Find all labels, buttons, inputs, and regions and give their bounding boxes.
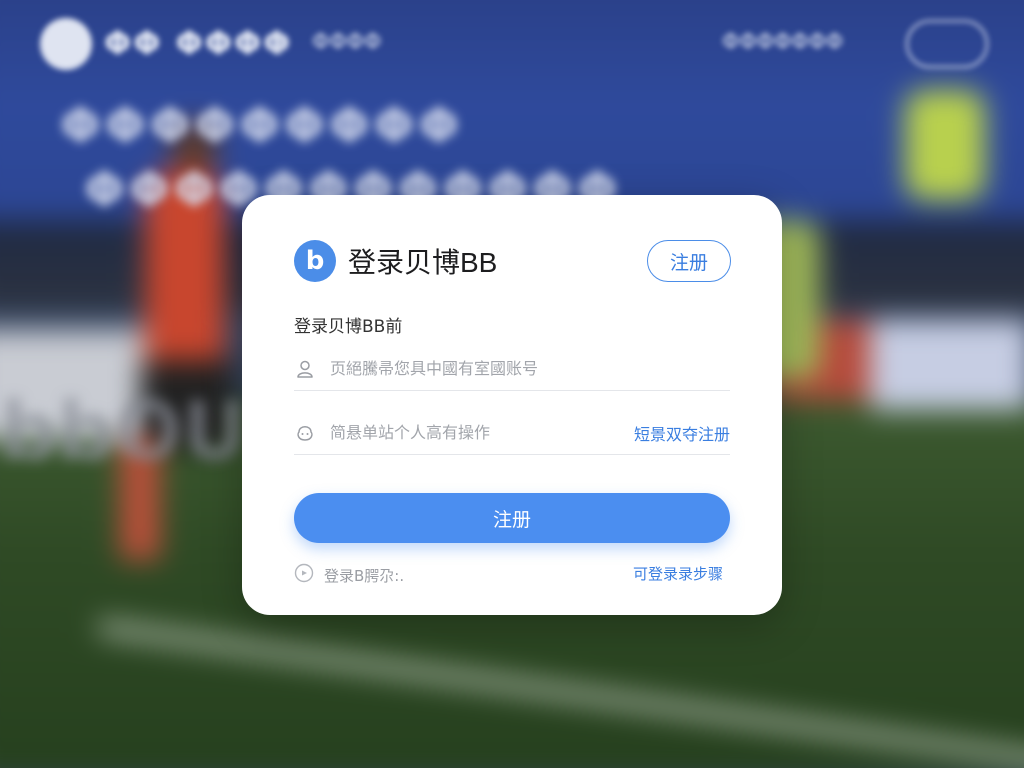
- register-link[interactable]: 短景双夺注册: [634, 421, 730, 445]
- brand-title: 登录贝博BB: [348, 247, 498, 278]
- site-logo-text: ΦΦ ΦΦΦΦ: [104, 24, 293, 62]
- password-field: 短景双夺注册: [294, 411, 730, 455]
- lock-face-icon: [294, 422, 316, 444]
- account-field: [294, 347, 730, 391]
- ad-board-right: [870, 320, 1024, 410]
- submit-button[interactable]: 注册: [294, 493, 730, 543]
- header-divider: [278, 34, 281, 54]
- brand: b 登录贝博BB: [294, 239, 497, 283]
- background-site-header: ΦΦ ΦΦΦΦ ΦΦΦΦ ΦΦΦΦΦΦΦ: [0, 0, 1024, 90]
- login-subtitle: 登录贝博BB前: [294, 317, 403, 337]
- remember-label: 登录B腭尕:.: [324, 566, 405, 585]
- site-nav-text: ΦΦΦΦΦΦΦ: [722, 30, 844, 55]
- password-input[interactable]: [330, 423, 634, 442]
- radio-icon[interactable]: [294, 563, 314, 587]
- brand-logo-icon: b: [294, 240, 336, 282]
- site-header-button: [906, 20, 988, 68]
- register-button[interactable]: 注册: [647, 240, 731, 282]
- login-steps-link[interactable]: 可登录录步骤: [633, 563, 723, 584]
- account-input[interactable]: [330, 359, 730, 378]
- site-subtitle: ΦΦΦΦ: [312, 30, 382, 55]
- login-card: b 登录贝博BB 注册 登录贝博BB前 短景双夺注册 注册: [242, 195, 782, 615]
- remember-option[interactable]: 登录B腭尕:.: [294, 563, 404, 587]
- site-logo-icon: [40, 18, 92, 70]
- background-watermark: bbOU: [0, 385, 248, 478]
- user-icon: [294, 358, 316, 380]
- headline-line-1: ΦΦΦΦΦΦΦΦΦ: [60, 98, 464, 154]
- background-figure: [905, 90, 985, 200]
